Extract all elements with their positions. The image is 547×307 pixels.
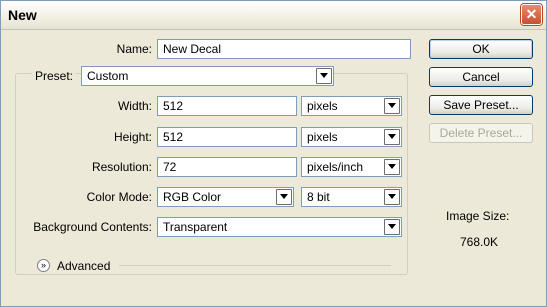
close-button[interactable]: ✕ [521,4,542,25]
title-bar[interactable]: New ✕ [1,1,546,30]
width-unit-value: pixels [307,99,338,113]
height-unit-value: pixels [307,130,338,144]
background-contents-select[interactable]: Transparent [157,217,402,237]
resolution-label: Resolution: [91,160,152,174]
dialog-content: Name: New Decal Preset: Custom Width: 51… [1,30,546,306]
chevron-down-icon[interactable] [384,159,400,175]
preset-label: Preset: [32,69,77,83]
name-input[interactable]: New Decal [157,39,411,59]
chevron-down-icon[interactable] [316,68,332,84]
image-size-label: Image Size: [446,209,510,223]
chevron-down-icon[interactable] [384,189,400,205]
height-input[interactable]: 512 [157,127,297,147]
advanced-divider [119,265,391,266]
close-icon: ✕ [525,6,538,22]
resolution-unit-select[interactable]: pixels/inch [301,157,402,177]
height-unit-select[interactable]: pixels [301,127,402,147]
bit-depth-select[interactable]: 8 bit [301,187,402,207]
double-chevron-down-icon[interactable]: » [37,259,50,272]
new-document-dialog: New ✕ Name: New Decal Preset: Custom Wid… [0,0,547,307]
delete-preset-button: Delete Preset... [429,123,533,143]
cancel-button[interactable]: Cancel [429,67,533,87]
advanced-label[interactable]: Advanced [57,259,110,273]
save-preset-button[interactable]: Save Preset... [429,95,533,115]
height-label: Height: [113,130,152,144]
dialog-title: New [8,7,37,23]
width-unit-select[interactable]: pixels [301,96,402,116]
name-label: Name: [116,42,152,56]
ok-button[interactable]: OK [429,39,533,59]
background-contents-label: Background Contents: [33,220,152,234]
chevron-down-icon[interactable] [276,189,292,205]
preset-select[interactable]: Custom [81,66,334,86]
image-size-value: 768.0K [460,235,499,249]
color-mode-select[interactable]: RGB Color [157,187,294,207]
resolution-unit-value: pixels/inch [307,160,364,174]
bit-depth-value: 8 bit [307,190,330,204]
background-contents-value: Transparent [163,220,228,234]
resolution-input[interactable]: 72 [157,157,297,177]
chevron-down-icon[interactable] [384,98,400,114]
color-mode-value: RGB Color [163,190,222,204]
width-input[interactable]: 512 [157,96,297,116]
width-label: Width: [117,99,152,113]
chevron-down-icon[interactable] [384,129,400,145]
color-mode-label: Color Mode: [86,190,152,204]
chevron-down-icon[interactable] [384,219,400,235]
preset-value: Custom [87,69,129,83]
